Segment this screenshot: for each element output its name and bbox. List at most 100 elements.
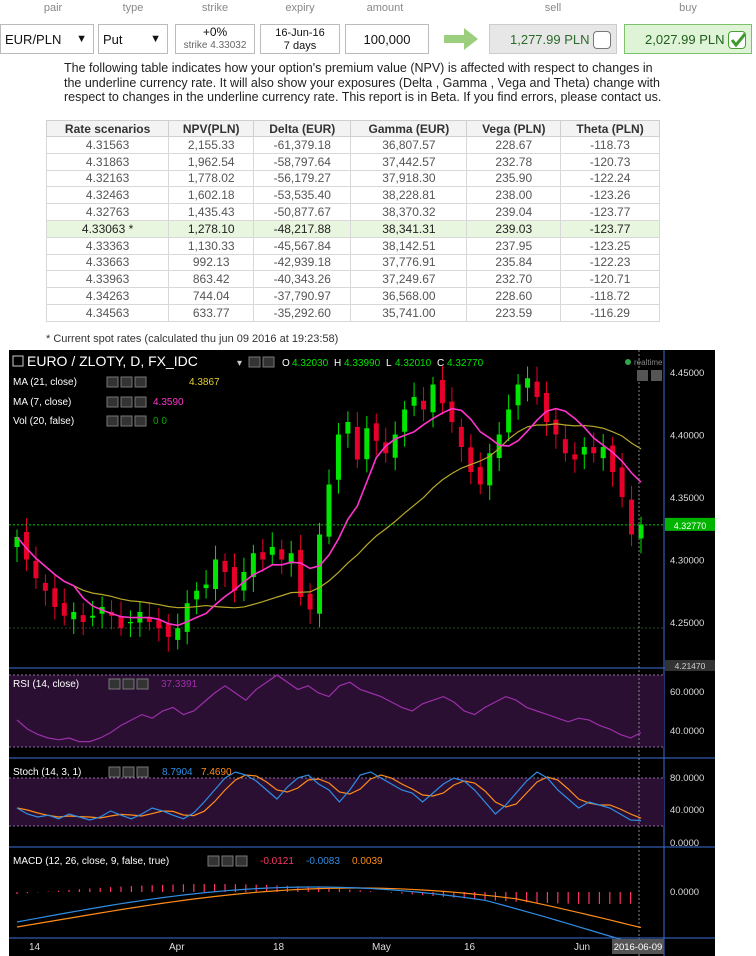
candle-body: [506, 409, 512, 433]
price-tick-label: 4.45000: [670, 368, 704, 379]
candle-body: [33, 560, 39, 579]
table-row: 4.32163 1,778.02 -56,179.27 37,918.30 235.90…: [45, 169, 660, 188]
x-tick-label: 18: [273, 942, 285, 953]
candle-body: [600, 447, 606, 459]
x-date-tag: 2016-06-09: [614, 942, 663, 953]
candle-body: [326, 484, 332, 537]
table-row: 4.31863 1,962.54 -58,797.64 37,442.57 232.78…: [45, 152, 660, 171]
volume-label: Vol (20, false): [13, 416, 74, 427]
sell-checkbox[interactable]: [593, 31, 611, 49]
rsi-tick-label: 40.0000: [670, 726, 704, 737]
candle-body: [52, 588, 58, 607]
table-cell: -35,292.60: [253, 303, 352, 322]
candle-body: [80, 615, 86, 622]
candle-body: [402, 409, 408, 432]
candle-body: [260, 552, 266, 560]
pair-select-value: EUR/PLN: [5, 31, 62, 47]
x-tick-label: 14: [29, 942, 41, 953]
candle-body: [487, 453, 493, 486]
chart-canvas[interactable]: 4.32770 4.45000 4.40000 4.35000 4.30000 4.250…: [9, 350, 715, 956]
table-cell: 633.77: [168, 303, 255, 322]
stoch-tick-label: 40.0000: [670, 805, 704, 816]
stoch-band: [9, 778, 664, 826]
type-select[interactable]: Put ▼: [98, 24, 168, 54]
header-amount: amount: [366, 2, 404, 14]
candle-body: [439, 380, 445, 404]
table-cell: 992.13: [168, 253, 255, 272]
column-header: Delta (EUR): [253, 120, 352, 137]
candle-body: [127, 622, 133, 624]
stoch-label: Stoch (14, 3, 1): [13, 767, 81, 778]
price-chart[interactable]: 4.32770 4.45000 4.40000 4.35000 4.30000 4.250…: [9, 350, 715, 956]
expiry-date: 16-Jun-16: [275, 27, 325, 39]
table-row: 4.34263 744.04 -37,790.97 36,568.00 228.60 -1…: [45, 287, 660, 305]
table-cell: 228.67: [466, 136, 562, 154]
last-price-tag: 4.32770: [674, 521, 707, 531]
table-row: 4.34563 633.77 -35,292.60 35,741.00 223.59 -1…: [45, 303, 660, 322]
table-cell: -118.73: [560, 136, 660, 154]
macd-line-value: -0.0083: [306, 856, 340, 867]
table-row: 4.32763 1,435.43 -50,877.67 38,370.32 239.04…: [45, 203, 660, 221]
eye-icon: [106, 396, 119, 408]
sell-price-button[interactable]: 1,277.99 PLN: [489, 24, 617, 54]
table-cell: 4.33063 *: [45, 219, 170, 238]
candle-body: [534, 381, 540, 397]
candle-body: [279, 549, 285, 560]
ma7-label: MA (7, close): [13, 397, 71, 408]
candle-body: [411, 397, 417, 406]
table-cell: 4.32763: [45, 203, 170, 221]
volume-value: 0 0: [153, 416, 167, 427]
scenario-table: Rate scenarios NPV(PLN) Delta (EUR) Gamma (…: [45, 120, 660, 322]
eye-icon: [207, 855, 220, 867]
high-label: H: [334, 358, 341, 369]
table-cell: 237.95: [466, 236, 562, 255]
table-cell: 4.31863: [45, 152, 170, 171]
chevron-down-icon: ▾: [237, 358, 242, 369]
strike-field[interactable]: +0% strike 4.33032: [175, 24, 255, 54]
header-strike: strike: [201, 2, 229, 14]
close-icon: [136, 766, 149, 778]
table-cell: -123.25: [560, 236, 660, 255]
close-icon: [134, 396, 147, 408]
table-cell: 37,918.30: [350, 169, 468, 188]
ma21-value: 4.3867: [189, 377, 220, 388]
table-cell: 38,142.51: [350, 236, 468, 255]
column-header: Vega (PLN): [466, 120, 562, 137]
price-tick-label: 4.25000: [670, 618, 704, 629]
chevron-down-icon: ▼: [76, 33, 87, 45]
table-cell: 4.34563: [45, 303, 170, 322]
candle-body: [477, 467, 483, 485]
candle-body: [591, 447, 597, 454]
table-cell: 36,807.57: [350, 136, 468, 154]
buy-price-button[interactable]: 2,027.99 PLN: [624, 24, 752, 54]
candle-body: [61, 603, 67, 616]
buy-checkbox[interactable]: [728, 31, 746, 49]
x-tick-label: Apr: [169, 942, 185, 953]
table-row: 4.32463 1,602.18 -53,535.40 38,228.81 238.00…: [45, 186, 660, 205]
ma21-label: MA (21, close): [13, 377, 77, 388]
amount-input[interactable]: 100,000: [345, 24, 429, 54]
table-cell: -61,379.18: [253, 136, 352, 154]
pair-select[interactable]: EUR/PLN ▼: [0, 24, 94, 54]
expiry-field[interactable]: 16-Jun-16 7 days: [260, 24, 340, 54]
table-cell: -118.72: [560, 287, 660, 305]
table-cell: 235.84: [466, 253, 562, 272]
ma7-value: 4.3590: [153, 397, 184, 408]
table-cell: 1,962.54: [168, 152, 255, 171]
table-row: 4.33363 1,130.33 -45,567.84 38,142.51 237.95…: [45, 236, 660, 255]
realtime-label: realtime: [634, 358, 663, 367]
table-cell: -58,797.64: [253, 152, 352, 171]
candle-body: [298, 549, 304, 597]
column-header: NPV(PLN): [168, 120, 255, 137]
candle-body: [335, 434, 341, 480]
table-cell: -40,343.26: [253, 270, 352, 289]
scroll-up-icon: [651, 370, 662, 381]
settings-icon: [221, 855, 234, 867]
candle-body: [354, 426, 360, 460]
table-cell: 37,249.67: [350, 270, 468, 289]
candle-body: [468, 447, 474, 472]
buy-price: 2,027.99 PLN: [645, 31, 725, 47]
settings-icon: [120, 415, 133, 427]
stoch-tick-label: 80.0000: [670, 773, 704, 784]
x-tick-label: May: [372, 942, 391, 953]
